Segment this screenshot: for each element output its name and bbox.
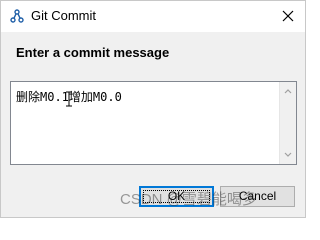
cancel-button-label: Cancel <box>238 189 277 203</box>
cancel-button[interactable]: Cancel <box>220 186 295 207</box>
scroll-up-arrow-icon[interactable] <box>284 88 292 94</box>
ok-button[interactable]: OK <box>139 186 214 207</box>
prompt-label: Enter a commit message <box>16 45 170 60</box>
close-icon[interactable] <box>281 9 295 23</box>
text-cursor-icon <box>66 91 72 107</box>
window-title: Git Commit <box>31 8 96 23</box>
vertical-scrollbar[interactable] <box>279 82 296 164</box>
scroll-down-arrow-icon[interactable] <box>284 152 292 158</box>
ok-button-label: OK <box>167 189 186 203</box>
git-commit-icon <box>10 9 24 23</box>
git-commit-dialog: Git Commit Enter a commit message 删除M0.1… <box>0 0 306 218</box>
title-bar: Git Commit <box>1 1 305 32</box>
commit-message-input[interactable]: 删除M0.1增加M0.0 <box>10 81 297 165</box>
